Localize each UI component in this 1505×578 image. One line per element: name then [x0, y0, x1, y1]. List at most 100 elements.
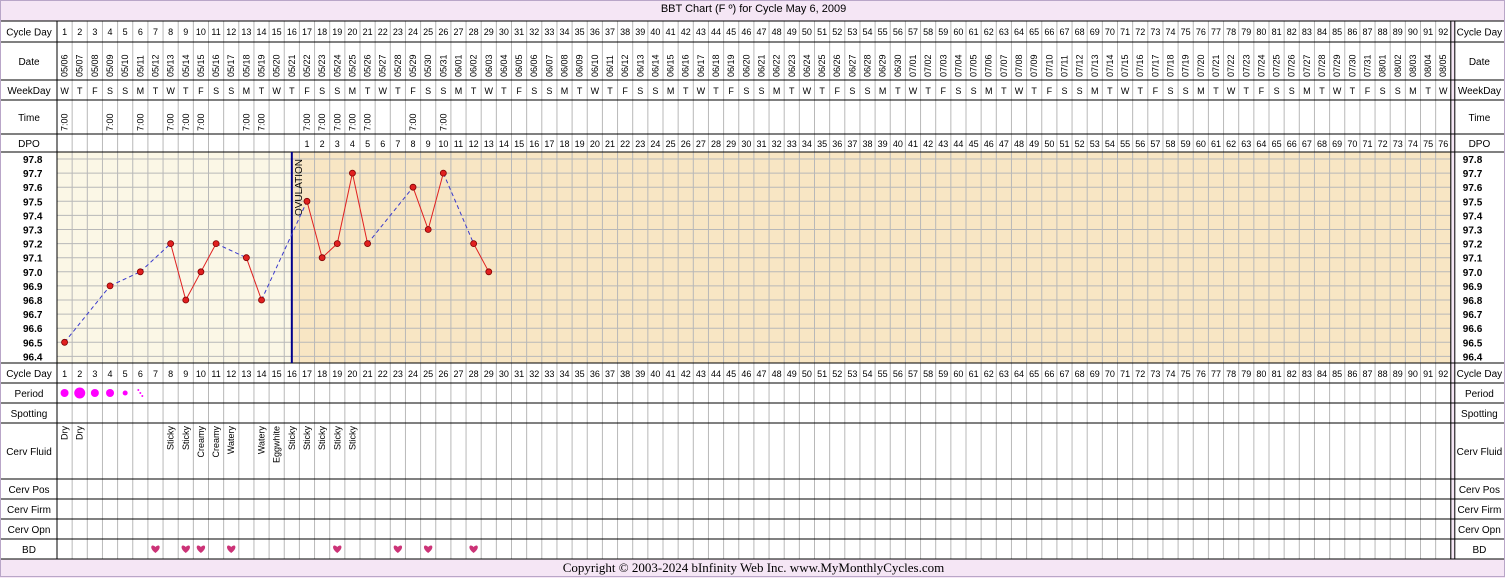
date-label: 06/05: [514, 54, 524, 77]
weekday-label: M: [243, 86, 251, 96]
cycle-day-number: 62: [984, 369, 994, 379]
cycle-day-number: 51: [817, 369, 827, 379]
temp-axis-label-left: 97.5: [23, 197, 43, 208]
cycle-day-number: 86: [1347, 27, 1357, 37]
date-label: 07/29: [1332, 54, 1342, 77]
temp-axis-label-right: 96.6: [1463, 324, 1483, 335]
weekday-label: W: [1015, 86, 1024, 96]
period-spotting-marker: [141, 395, 144, 397]
cycle-day-number: 61: [969, 27, 979, 37]
cycle-day-number: 33: [544, 369, 554, 379]
weekday-label: W: [591, 86, 600, 96]
date-label: 08/01: [1378, 54, 1388, 77]
weekday-label: F: [1365, 86, 1371, 96]
date-label: 05/10: [120, 54, 130, 77]
dpo-number: 42: [923, 139, 933, 149]
date-label: 06/11: [605, 55, 615, 77]
weekday-label: S: [955, 86, 961, 96]
date-label: 07/11: [1059, 55, 1069, 77]
cycle-day-number: 25: [423, 369, 433, 379]
dpo-number: 48: [1014, 139, 1024, 149]
weekday-label: M: [1303, 86, 1311, 96]
temp-axis-label-left: 96.8: [23, 296, 43, 307]
cycle-day-number: 69: [1090, 27, 1100, 37]
temp-point: [106, 282, 114, 290]
cycle-day-number: 40: [650, 369, 660, 379]
cycle-day-number: 27: [453, 27, 463, 37]
time-label: 7:00: [438, 113, 448, 131]
cycle-day-number: 51: [817, 27, 827, 37]
cycle-day-number: 38: [620, 27, 630, 37]
row-label-left: Cycle Day: [6, 369, 52, 380]
cycle-day-number: 86: [1347, 369, 1357, 379]
weekday-label: T: [1319, 86, 1325, 96]
time-label: 7:00: [347, 113, 357, 131]
cycle-day-number: 66: [1044, 369, 1054, 379]
temp-point: [136, 268, 144, 276]
dpo-number: 51: [1059, 139, 1069, 149]
row-label-right: Cerv Fluid: [1457, 447, 1503, 458]
dpo-number: 12: [469, 139, 479, 149]
dpo-number: 15: [514, 139, 524, 149]
time-label: 7:00: [257, 113, 267, 131]
period-marker: [106, 389, 115, 397]
weekday-label: T: [577, 86, 583, 96]
cycle-day-number: 89: [1393, 369, 1403, 379]
temp-axis-label-right: 97.1: [1463, 254, 1483, 265]
cycle-day-number: 63: [999, 369, 1009, 379]
date-label: 06/23: [787, 54, 797, 77]
cycle-day-number: 70: [1105, 27, 1115, 37]
cycle-day-number: 13: [241, 369, 251, 379]
weekday-label: T: [1031, 86, 1037, 96]
weekday-label: S: [1289, 86, 1295, 96]
date-label: 06/18: [711, 54, 721, 77]
cycle-day-number: 60: [953, 369, 963, 379]
date-label: 05/18: [241, 54, 251, 77]
cycle-day-number: 42: [681, 27, 691, 37]
dpo-number: 69: [1332, 139, 1342, 149]
weekday-label: T: [501, 86, 507, 96]
cycle-day-number: 14: [257, 369, 267, 379]
weekday-label: S: [440, 86, 446, 96]
date-label: 07/21: [1211, 54, 1221, 77]
weekday-label: M: [349, 86, 357, 96]
cycle-day-number: 45: [726, 27, 736, 37]
row-label-left: Time: [18, 113, 40, 124]
date-label: 06/19: [726, 54, 736, 77]
cycle-day-number: 78: [1226, 369, 1236, 379]
row-label-right: Cerv Opn: [1458, 525, 1501, 536]
row-label-right: Cycle Day: [1457, 369, 1503, 380]
weekday-label: S: [213, 86, 219, 96]
temp-axis-label-right: 97.5: [1463, 197, 1483, 208]
date-label: 05/09: [105, 54, 115, 77]
date-label: 05/19: [257, 54, 267, 77]
cycle-day-number: 8: [168, 369, 173, 379]
cycle-day-number: 63: [999, 27, 1009, 37]
weekday-label: F: [92, 86, 98, 96]
cycle-day-number: 18: [317, 27, 327, 37]
dpo-number: 16: [529, 139, 539, 149]
cycle-day-number: 49: [787, 27, 797, 37]
date-label: 06/02: [469, 54, 479, 77]
weekday-label: F: [198, 86, 204, 96]
cycle-day-number: 29: [484, 27, 494, 37]
period-spotting-marker: [137, 389, 140, 391]
cycle-day-number: 44: [711, 369, 721, 379]
temp-point: [349, 169, 356, 177]
date-label: 07/07: [999, 54, 1009, 77]
cycle-day-number: 2: [77, 27, 82, 37]
row-label-right: Date: [1469, 57, 1491, 68]
dpo-number: 17: [544, 139, 554, 149]
dpo-number: 41: [908, 139, 918, 149]
dpo-number: 13: [484, 139, 494, 149]
dpo-number: 40: [893, 139, 903, 149]
weekday-label: T: [471, 86, 477, 96]
date-label: 07/15: [1120, 54, 1130, 77]
cycle-day-number: 39: [635, 27, 645, 37]
date-label: 05/29: [408, 54, 418, 77]
cycle-day-number: 10: [196, 27, 206, 37]
date-label: 06/01: [453, 54, 463, 77]
row-label-right: Spotting: [1461, 409, 1498, 420]
dpo-number: 1: [304, 139, 309, 149]
cycle-day-number: 32: [529, 369, 539, 379]
